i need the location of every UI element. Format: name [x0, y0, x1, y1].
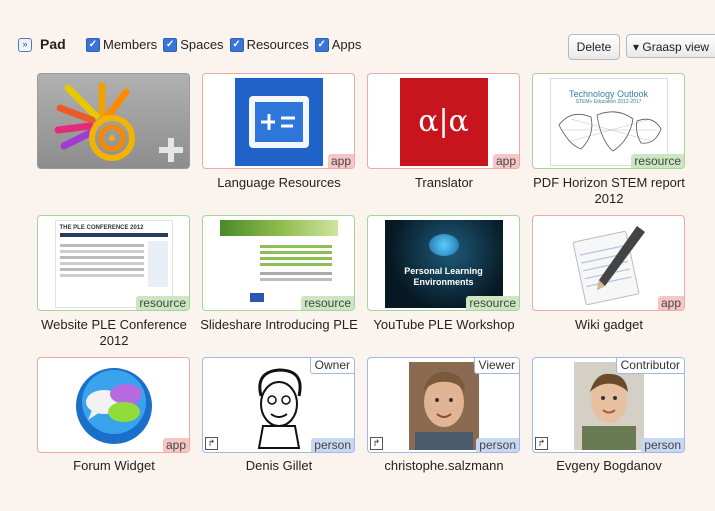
type-badge: resource — [301, 296, 354, 310]
collapse-toggle-icon[interactable]: » — [18, 38, 32, 52]
wiki-gadget-icon — [572, 226, 645, 306]
slideshare-thumbnail — [219, 220, 338, 308]
pdf-report-thumbnail: Technology Outlook STEM+ Education 2012-… — [549, 78, 668, 166]
item-tile-evgeny-bogdanov[interactable]: Contributor ↱ person — [532, 357, 685, 453]
type-badge: app — [327, 154, 354, 168]
forum-bubbles-icon — [75, 368, 152, 444]
item-label[interactable]: christophe.salzmann — [359, 458, 529, 474]
graasp-add-tile[interactable] — [37, 73, 190, 169]
role-label: Owner — [309, 358, 354, 374]
item-tile-wiki-gadget[interactable]: app — [532, 215, 685, 311]
pad-title: Pad — [40, 36, 66, 52]
filter-apps[interactable]: ✓ Apps — [314, 37, 362, 52]
item-label[interactable]: Forum Widget — [29, 458, 199, 474]
item-tile-denis-gillet[interactable]: Owner ↱ person — [202, 357, 355, 453]
item-label[interactable]: Denis Gillet — [194, 458, 364, 474]
world-map-icon — [558, 111, 661, 152]
filter-resources-label: Resources — [246, 37, 309, 52]
item-label[interactable]: Language Resources — [194, 175, 364, 191]
item-label[interactable]: Evgeny Bogdanov — [524, 458, 694, 474]
shortcut-arrow-icon: ↱ — [205, 437, 218, 450]
type-badge: person — [476, 438, 519, 452]
website-screenshot-thumbnail: THE PLE CONFERENCE 2012 — [54, 220, 173, 308]
item-tile-pdf-horizon[interactable]: Technology Outlook STEM+ Education 2012-… — [532, 73, 685, 169]
item-tile-christophe-salzmann[interactable]: Viewer ↱ person — [367, 357, 520, 453]
filter-members[interactable]: ✓ Members — [86, 37, 157, 52]
delete-button[interactable]: Delete — [568, 34, 620, 60]
shortcut-arrow-icon: ↱ — [370, 437, 383, 450]
type-badge: resource — [136, 296, 189, 310]
checkbox-spaces-icon[interactable]: ✓ — [163, 37, 178, 52]
checkbox-members-icon[interactable]: ✓ — [86, 37, 100, 52]
view-dropdown-button[interactable]: ▾ Graasp view — [626, 34, 715, 58]
item-tile-forum-widget[interactable]: app — [37, 357, 190, 453]
checkbox-resources-icon[interactable]: ✓ — [229, 37, 244, 52]
shortcut-arrow-icon: ↱ — [535, 437, 548, 450]
checkbox-apps-icon[interactable]: ✓ — [314, 37, 329, 52]
type-badge: app — [162, 438, 189, 452]
type-badge: person — [311, 438, 354, 452]
pdf-cover-title: Technology Outlook — [568, 89, 649, 99]
type-badge: person — [641, 438, 684, 452]
filter-apps-label: Apps — [331, 37, 362, 52]
item-tile-language-resources[interactable]: app — [202, 73, 355, 169]
filter-spaces-label: Spaces — [180, 37, 224, 52]
item-tile-slideshare[interactable]: resource — [202, 215, 355, 311]
item-tile-translator[interactable]: α|α app — [367, 73, 520, 169]
type-badge: resource — [631, 154, 684, 168]
item-label[interactable]: PDF Horizon STEM report 2012 — [524, 175, 694, 207]
type-badge: app — [657, 296, 684, 310]
item-label[interactable]: Website PLE Conference 2012 — [29, 317, 199, 349]
avatar-photo — [573, 362, 644, 450]
filter-resources[interactable]: ✓ Resources — [229, 37, 309, 52]
item-label[interactable]: Translator — [359, 175, 529, 191]
avatar-caricature — [234, 362, 323, 450]
item-tile-website-ple[interactable]: THE PLE CONFERENCE 2012 resource — [37, 215, 190, 311]
type-badge: app — [492, 154, 519, 168]
filter-spaces[interactable]: ✓ Spaces — [163, 37, 224, 52]
youtube-video-thumbnail: Personal Learning Environments — [384, 220, 503, 308]
role-label: Viewer — [473, 358, 519, 374]
avatar-photo — [408, 362, 479, 450]
language-resources-app-icon — [234, 78, 323, 166]
item-label[interactable]: Slideshare Introducing PLE — [194, 317, 364, 333]
video-title-text: Personal Learning Environments — [404, 266, 483, 287]
website-header-text: THE PLE CONFERENCE 2012 — [59, 225, 144, 231]
item-label[interactable]: YouTube PLE Workshop — [359, 317, 529, 333]
add-plus-icon[interactable] — [159, 138, 183, 162]
filter-checkbox-group: ✓ Members ✓ Spaces ✓ Resources ✓ Apps — [86, 37, 361, 52]
translator-app-icon: α|α — [399, 78, 488, 166]
type-badge: resource — [466, 296, 519, 310]
filter-members-label: Members — [103, 37, 158, 52]
role-label: Contributor — [615, 358, 684, 374]
item-label[interactable]: Wiki gadget — [524, 317, 694, 333]
pad-toolbar: » Pad ✓ Members ✓ Spaces ✓ Resources ✓ A… — [0, 0, 715, 70]
item-tile-youtube-ple[interactable]: Personal Learning Environments resource — [367, 215, 520, 311]
